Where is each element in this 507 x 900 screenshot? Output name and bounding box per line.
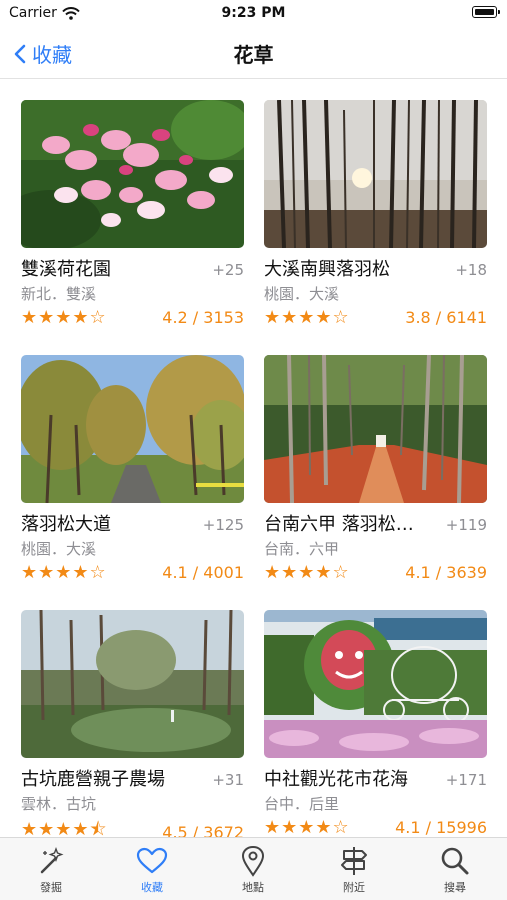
magic-wand-icon bbox=[40, 847, 64, 874]
attraction-location: 台中．后里 bbox=[264, 795, 340, 813]
photo-count: +18 bbox=[455, 261, 487, 279]
rating-score: 4.1 / 4001 bbox=[162, 563, 244, 582]
attraction-card[interactable]: 落羽松大道 +125 桃園．大溪 ★★★★☆ 4.1 / 4001 bbox=[21, 355, 244, 583]
tree-avenue-photo bbox=[21, 355, 244, 503]
navigation-bar: 收藏 花草 bbox=[0, 28, 507, 79]
heart-icon bbox=[136, 847, 168, 874]
status-bar: Carrier 9:23 PM bbox=[0, 0, 507, 28]
attraction-name: 雙溪荷花園 bbox=[21, 259, 111, 280]
attraction-card[interactable]: 大溪南興落羽松 +18 桃園．大溪 ★★★★☆ 3.8 / 6141 bbox=[264, 100, 487, 328]
attraction-location: 桃園．大溪 bbox=[21, 540, 97, 558]
tab-discover[interactable]: 發掘 bbox=[11, 844, 91, 895]
star-rating: ★★★★☆ bbox=[21, 307, 107, 328]
photo-count: +31 bbox=[212, 771, 244, 789]
tab-search[interactable]: 搜尋 bbox=[415, 844, 495, 895]
attraction-location: 桃園．大溪 bbox=[264, 285, 340, 303]
star-rating: ★★★★⯪ bbox=[21, 819, 108, 839]
photo-count: +171 bbox=[445, 771, 487, 789]
map-pin-icon bbox=[241, 845, 265, 877]
tab-favorites[interactable]: 收藏 bbox=[112, 844, 192, 895]
attraction-name: 台南六甲 落羽松… bbox=[264, 514, 414, 535]
attraction-card[interactable]: 古坑鹿營親子農場 +31 雲林．古坑 ★★★★⯪ 4.5 / 3672 bbox=[21, 610, 244, 839]
pond-photo bbox=[21, 610, 244, 758]
tab-places[interactable]: 地點 bbox=[213, 844, 293, 895]
tab-label: 發掘 bbox=[40, 881, 62, 894]
flower-photo bbox=[21, 100, 244, 248]
search-icon bbox=[441, 847, 469, 875]
star-rating: ★★★★☆ bbox=[264, 817, 350, 838]
attraction-card[interactable]: 中社觀光花市花海 +171 台中．后里 ★★★★☆ 4.1 / 15996 bbox=[264, 610, 487, 838]
tab-label: 地點 bbox=[242, 881, 264, 894]
cypress-forest-photo bbox=[264, 100, 487, 248]
attraction-location: 台南．六甲 bbox=[264, 540, 340, 558]
page-title: 花草 bbox=[233, 43, 274, 67]
star-rating: ★★★★☆ bbox=[264, 562, 350, 583]
attraction-grid: 雙溪荷花園 +25 新北．雙溪 ★★★★☆ 4.2 / 3153 大溪南興落羽松… bbox=[0, 79, 507, 839]
rating-score: 4.1 / 3639 bbox=[405, 563, 487, 582]
tab-label: 收藏 bbox=[141, 881, 163, 894]
tab-label: 搜尋 bbox=[444, 881, 466, 894]
tab-bar: 發掘 收藏 地點 附近 搜尋 bbox=[0, 837, 507, 900]
battery-icon bbox=[472, 6, 500, 18]
star-rating: ★★★★☆ bbox=[264, 307, 350, 328]
rating-score: 4.1 / 15996 bbox=[395, 818, 487, 837]
attraction-card[interactable]: 台南六甲 落羽松… +119 台南．六甲 ★★★★☆ 4.1 / 3639 bbox=[264, 355, 487, 583]
flower-garden-carriage-photo bbox=[264, 610, 487, 758]
tab-label: 附近 bbox=[343, 881, 365, 894]
attraction-name: 中社觀光花市花海 bbox=[264, 769, 408, 790]
attraction-card[interactable]: 雙溪荷花園 +25 新北．雙溪 ★★★★☆ 4.2 / 3153 bbox=[21, 100, 244, 328]
red-cypress-path-photo bbox=[264, 355, 487, 503]
attraction-name: 古坑鹿營親子農場 bbox=[21, 769, 165, 790]
attraction-name: 落羽松大道 bbox=[21, 514, 111, 535]
photo-count: +25 bbox=[212, 261, 244, 279]
photo-count: +125 bbox=[202, 516, 244, 534]
attraction-location: 雲林．古坑 bbox=[21, 795, 97, 813]
attraction-location: 新北．雙溪 bbox=[21, 285, 97, 303]
rating-score: 4.2 / 3153 bbox=[162, 308, 244, 327]
signpost-icon bbox=[341, 847, 367, 875]
attraction-name: 大溪南興落羽松 bbox=[264, 259, 390, 280]
status-time: 9:23 PM bbox=[221, 5, 286, 21]
star-rating: ★★★★☆ bbox=[21, 562, 107, 583]
tab-nearby[interactable]: 附近 bbox=[314, 844, 394, 895]
rating-score: 3.8 / 6141 bbox=[405, 308, 487, 327]
photo-count: +119 bbox=[445, 516, 487, 534]
